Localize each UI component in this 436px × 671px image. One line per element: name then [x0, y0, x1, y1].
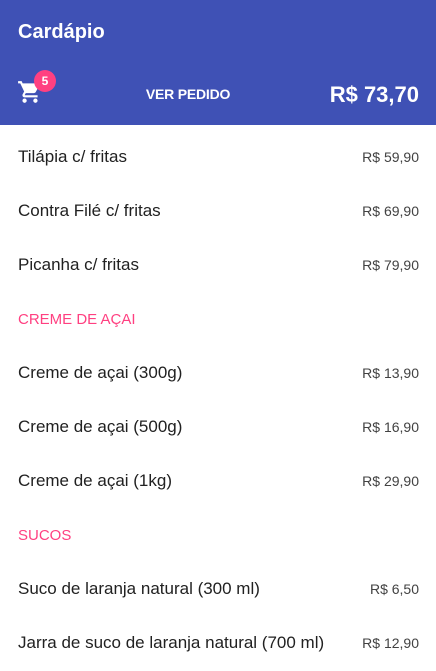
menu-item[interactable]: Picanha c/ fritas R$ 79,90	[0, 239, 436, 293]
menu-item[interactable]: Creme de açai (1kg) R$ 29,90	[0, 455, 436, 509]
page-title: Cardápio	[18, 21, 105, 43]
menu-item-price: R$ 16,90	[362, 419, 419, 435]
section-header-sucos: SUCOS	[0, 509, 436, 563]
section-header-acai: CREME DE AÇAI	[0, 293, 436, 347]
menu-item-price: R$ 29,90	[362, 473, 419, 489]
cart-count-badge: 5	[34, 70, 56, 92]
view-order-button[interactable]: VER PEDIDO	[128, 80, 248, 108]
menu-item-price: R$ 59,90	[362, 149, 419, 165]
menu-item-name: Creme de açai (1kg)	[18, 471, 173, 490]
menu-item-price: R$ 13,90	[362, 365, 419, 381]
menu-list: Tilápia c/ fritas R$ 59,90 Contra Filé c…	[0, 131, 436, 671]
menu-item-price: R$ 12,90	[362, 635, 419, 651]
menu-item[interactable]: Tilápia c/ fritas R$ 59,90	[0, 131, 436, 185]
order-total: R$ 73,70	[329, 82, 419, 107]
menu-item[interactable]: Jarra de suco de laranja natural (700 ml…	[0, 617, 436, 671]
app-bar: Cardápio 5 VER PEDIDO R$ 73,70	[0, 0, 436, 125]
menu-item-name: Jarra de suco de laranja natural (700 ml…	[18, 633, 325, 652]
menu-item-name: Creme de açai (300g)	[18, 363, 183, 382]
section-title: CREME DE AÇAI	[18, 311, 136, 328]
menu-item-price: R$ 6,50	[369, 581, 419, 597]
menu-item-name: Creme de açai (500g)	[18, 417, 183, 436]
menu-item[interactable]: Suco de laranja natural (300 ml) R$ 6,50	[0, 563, 436, 617]
menu-item-price: R$ 79,90	[362, 257, 419, 273]
menu-item-price: R$ 69,90	[362, 203, 419, 219]
menu-item-name: Picanha c/ fritas	[18, 255, 139, 274]
menu-item[interactable]: Creme de açai (500g) R$ 16,90	[0, 401, 436, 455]
menu-item-name: Suco de laranja natural (300 ml)	[18, 579, 260, 598]
menu-item-name: Tilápia c/ fritas	[18, 147, 127, 166]
menu-item-name: Contra Filé c/ fritas	[18, 201, 161, 220]
section-title: SUCOS	[18, 527, 72, 544]
menu-item[interactable]: Contra Filé c/ fritas R$ 69,90	[0, 185, 436, 239]
cart-button[interactable]: 5	[14, 70, 56, 110]
menu-item[interactable]: Creme de açai (300g) R$ 13,90	[0, 347, 436, 401]
